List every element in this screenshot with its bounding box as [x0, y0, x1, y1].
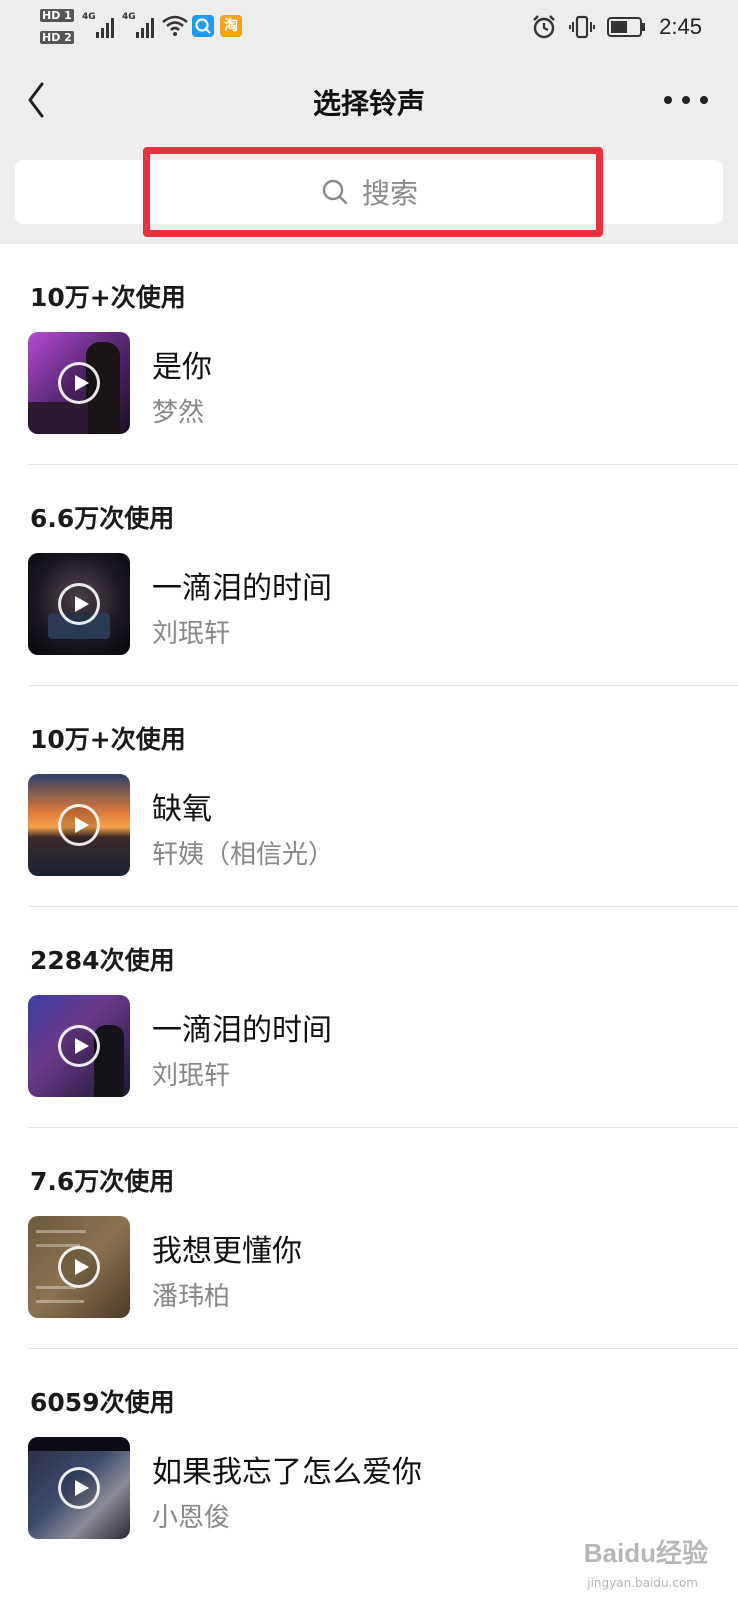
vibrate-icon: [569, 15, 596, 39]
search-area: 搜索: [0, 140, 738, 244]
usage-count: 6.6万次使用: [30, 504, 175, 533]
ringtone-section: 10万+次使用 是你 梦然: [0, 244, 738, 465]
watermark-url: jingyan.baidu.com: [587, 1576, 698, 1590]
artist-name: 梦然: [152, 398, 205, 428]
usage-count: 2284次使用: [30, 946, 175, 975]
list-item[interactable]: 如果我忘了怎么爱你 小恩俊: [28, 1437, 708, 1539]
ringtone-section: 7.6万次使用 我想更懂你 潘玮柏: [0, 1128, 738, 1349]
album-thumbnail: [28, 332, 130, 434]
signal-icon-2: 4G: [122, 12, 154, 38]
list-item[interactable]: 缺氧 轩姨（相信光）: [28, 774, 708, 876]
usage-count: 10万+次使用: [30, 283, 186, 312]
hd1-indicator: HD 1: [40, 9, 74, 22]
battery-icon: [607, 17, 646, 37]
more-dot-icon: [700, 96, 708, 104]
artist-name: 潘玮柏: [152, 1282, 231, 1312]
clock: 2:45: [659, 14, 702, 39]
artist-name: 小恩俊: [152, 1503, 231, 1533]
nav-bar: 选择铃声: [0, 60, 738, 140]
watermark-brand: Baidu经验: [583, 1538, 708, 1568]
album-thumbnail: [28, 774, 130, 876]
album-thumbnail: [28, 1437, 130, 1539]
album-thumbnail: [28, 1216, 130, 1318]
artist-name: 刘珉轩: [152, 1061, 231, 1091]
ringtone-section: 10万+次使用 缺氧 轩姨（相信光）: [0, 686, 738, 907]
network-type-1: 4G: [82, 12, 96, 22]
list-item[interactable]: 一滴泪的时间 刘珉轩: [28, 995, 708, 1097]
more-dot-icon: [682, 96, 690, 104]
play-icon[interactable]: [58, 1025, 100, 1067]
song-title: 我想更懂你: [152, 1234, 302, 1269]
search-app-icon: [192, 15, 214, 37]
play-icon[interactable]: [58, 1246, 100, 1288]
song-title: 缺氧: [152, 792, 212, 827]
play-icon[interactable]: [58, 1467, 100, 1509]
artist-name: 轩姨（相信光）: [152, 840, 335, 870]
album-thumbnail: [28, 553, 130, 655]
ringtone-section: 2284次使用 一滴泪的时间 刘珉轩: [0, 907, 738, 1128]
search-placeholder: 搜索: [361, 177, 418, 210]
ringtone-section: 6.6万次使用 一滴泪的时间 刘珉轩: [0, 465, 738, 686]
status-right: 2:45: [531, 12, 702, 42]
song-title: 一滴泪的时间: [152, 1013, 332, 1048]
network-type-2: 4G: [122, 12, 136, 22]
search-input[interactable]: 搜索: [15, 160, 723, 224]
alarm-icon: [533, 15, 556, 39]
play-icon[interactable]: [58, 804, 100, 846]
play-icon[interactable]: [58, 583, 100, 625]
hd2-indicator: HD 2: [40, 31, 74, 44]
song-title: 是你: [152, 350, 212, 385]
song-title: 一滴泪的时间: [152, 571, 332, 606]
search-icon: [322, 179, 348, 205]
usage-count: 6059次使用: [30, 1388, 175, 1417]
more-button[interactable]: [664, 78, 708, 122]
list-item[interactable]: 一滴泪的时间 刘珉轩: [28, 553, 708, 655]
usage-count: 7.6万次使用: [30, 1167, 175, 1196]
taobao-app-icon: 淘: [220, 15, 242, 37]
artist-name: 刘珉轩: [152, 619, 231, 649]
signal-icon-1: 4G: [82, 12, 114, 38]
status-bar: HD 1 HD 2 4G 4G 淘 2:45: [0, 0, 738, 60]
wifi-icon: [162, 15, 188, 36]
more-dot-icon: [664, 96, 672, 104]
ringtone-list: 10万+次使用 是你 梦然 6.6万次使用 一滴泪的时间 刘珉轩 10万+次使用: [0, 244, 738, 1570]
song-title: 如果我忘了怎么爱你: [152, 1455, 422, 1490]
list-item[interactable]: 我想更懂你 潘玮柏: [28, 1216, 708, 1318]
list-item[interactable]: 是你 梦然: [28, 332, 708, 434]
album-thumbnail: [28, 995, 130, 1097]
play-icon[interactable]: [58, 362, 100, 404]
page-title: 选择铃声: [312, 87, 425, 120]
usage-count: 10万+次使用: [30, 725, 186, 754]
